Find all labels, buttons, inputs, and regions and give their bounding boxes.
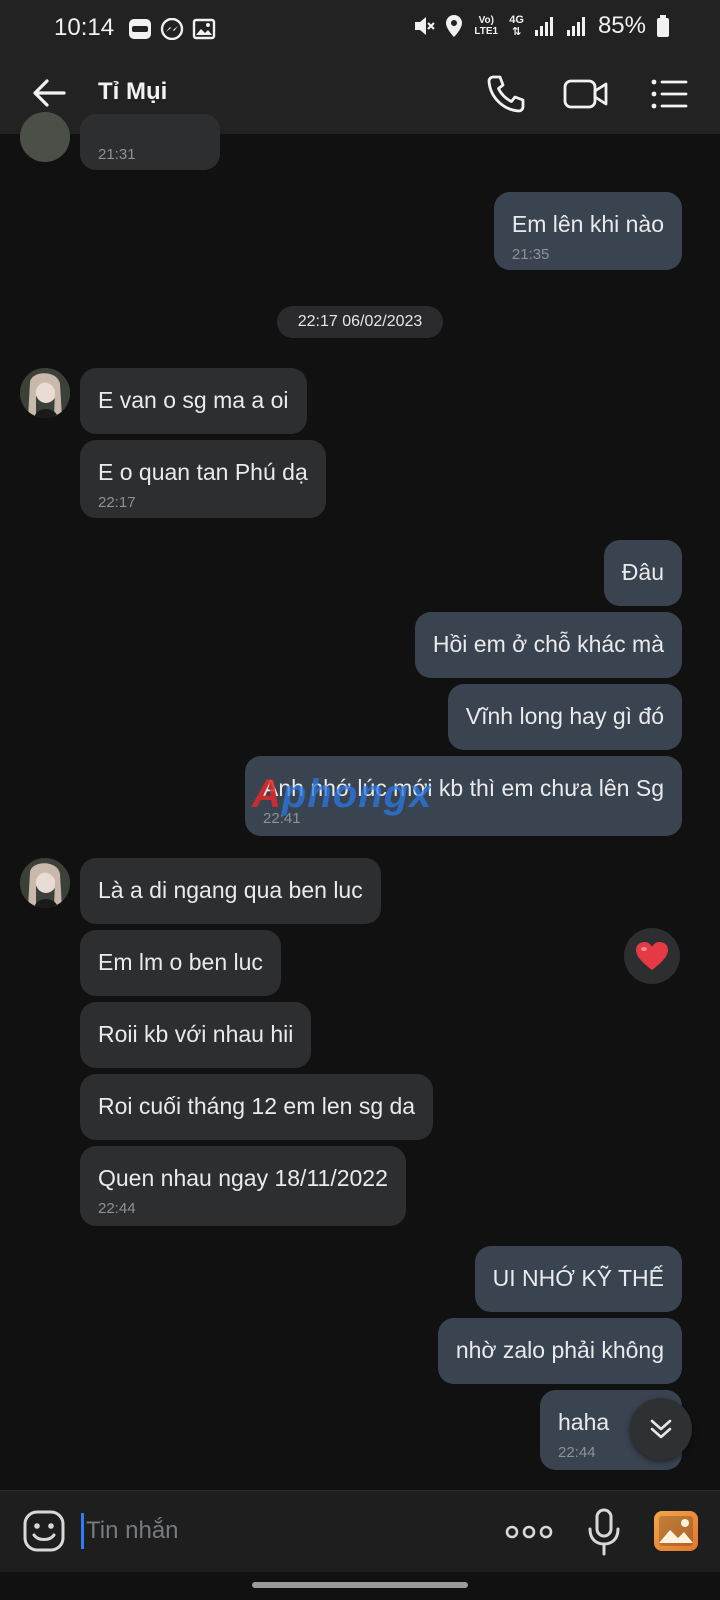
message-bubble-incoming[interactable]: Là a di ngang qua ben luc: [80, 858, 381, 924]
message-bubble-outgoing[interactable]: Hồi em ở chỗ khác mà: [414, 612, 682, 678]
video-call-icon[interactable]: [562, 72, 610, 116]
more-dots-icon[interactable]: [504, 1517, 554, 1547]
contact-name[interactable]: Tỉ Mụi: [98, 78, 167, 106]
status-notification-icons: [128, 18, 216, 40]
message-text: E van o sg ma a oi: [98, 387, 289, 413]
watermark-logo: Aphongx: [252, 772, 433, 816]
scroll-to-bottom-button[interactable]: [630, 1398, 692, 1460]
message-bubble-incoming[interactable]: Quen nhau ngay 18/11/2022 22:44: [80, 1146, 406, 1226]
message-text: Roi cuối tháng 12 em len sg da: [98, 1093, 416, 1119]
message-time: 22:17: [98, 494, 136, 511]
avatar[interactable]: [20, 368, 70, 418]
message-text: Em lên khi nào: [511, 211, 664, 237]
location-icon: [446, 15, 463, 37]
message-time: 22:44: [98, 1200, 136, 1217]
message-bubble-outgoing[interactable]: UI NHỚ KỸ THẾ: [474, 1246, 682, 1312]
volte-label: Vo) LTE1: [474, 15, 499, 37]
message-text: Quen nhau ngay 18/11/2022: [98, 1165, 388, 1191]
list-menu-icon[interactable]: [648, 72, 692, 116]
heart-icon: [636, 942, 668, 970]
messenger-icon: [160, 18, 184, 40]
message-time: 21:31: [98, 146, 136, 163]
status-system-icons: Vo) LTE1 4G ⇅ 85%: [413, 12, 670, 40]
message-time: 21:35: [511, 246, 550, 263]
message-text: Là a di ngang qua ben luc: [98, 877, 363, 903]
chevron-double-down-icon: [650, 1419, 672, 1439]
back-arrow-icon[interactable]: [28, 72, 70, 114]
message-bubble-incoming[interactable]: Roii kb với nhau hii: [80, 1002, 312, 1068]
status-time: 10:14: [54, 14, 115, 41]
message-bubble-outgoing[interactable]: Đâu: [603, 540, 682, 606]
message-bubble-outgoing[interactable]: Em lên khi nào 21:35: [493, 192, 682, 270]
message-bubble-outgoing[interactable]: nhờ zalo phải không: [437, 1318, 682, 1384]
mute-icon: [415, 17, 436, 35]
signal-icon: [534, 17, 553, 36]
system-nav-bar: [0, 1572, 720, 1600]
message-bubble-incoming[interactable]: E o quan tan Phú dạ 22:17: [80, 440, 326, 518]
emoji-icon[interactable]: [22, 1509, 66, 1553]
zalo-icon: [129, 19, 151, 39]
avatar[interactable]: [20, 858, 70, 908]
text-cursor: [81, 1513, 84, 1549]
volte-icon: Vo) LTE1: [473, 15, 499, 37]
message-bubble-outgoing[interactable]: Vĩnh long hay gì đó: [447, 684, 682, 750]
message-composer: [0, 1490, 720, 1572]
message-text: Vĩnh long hay gì đó: [465, 703, 664, 729]
gallery-icon[interactable]: [652, 1507, 700, 1555]
battery-icon: [657, 15, 669, 37]
microphone-icon[interactable]: [584, 1507, 624, 1557]
message-text: Hồi em ở chỗ khác mà: [432, 631, 664, 657]
avatar[interactable]: [20, 112, 70, 162]
4g-icon: 4G ⇅: [509, 14, 524, 38]
message-text: Đâu: [621, 559, 664, 585]
message-text: Roii kb với nhau hii: [98, 1021, 294, 1047]
message-list[interactable]: 21:31 Em lên khi nào 21:35 22:17 06/02/2…: [0, 112, 720, 1490]
message-text: nhờ zalo phải không: [455, 1337, 664, 1363]
battery-percent: 85%: [597, 12, 646, 39]
signal-icon-2: [566, 17, 585, 36]
status-bar: 10:14 Vo) LTE1 4G ⇅ 85%: [0, 0, 720, 52]
home-indicator[interactable]: [252, 1582, 468, 1588]
message-text: E o quan tan Phú dạ: [98, 459, 308, 485]
reaction-badge[interactable]: [624, 928, 680, 984]
message-bubble-incoming[interactable]: Em lm o ben luc: [80, 930, 281, 996]
gallery-icon: [192, 18, 216, 40]
message-text: [98, 114, 202, 132]
date-separator: 22:17 06/02/2023: [277, 306, 443, 338]
message-bubble-incoming[interactable]: Roi cuối tháng 12 em len sg da: [80, 1074, 434, 1140]
message-bubble-incoming[interactable]: E van o sg ma a oi: [80, 368, 307, 434]
message-input[interactable]: [86, 1511, 466, 1551]
message-text: Em lm o ben luc: [98, 949, 263, 975]
message-bubble-incoming[interactable]: 21:31: [80, 114, 220, 170]
network-label: 4G: [509, 14, 524, 26]
message-text: UI NHỚ KỸ THẾ: [492, 1265, 664, 1291]
phone-icon[interactable]: [484, 72, 528, 116]
